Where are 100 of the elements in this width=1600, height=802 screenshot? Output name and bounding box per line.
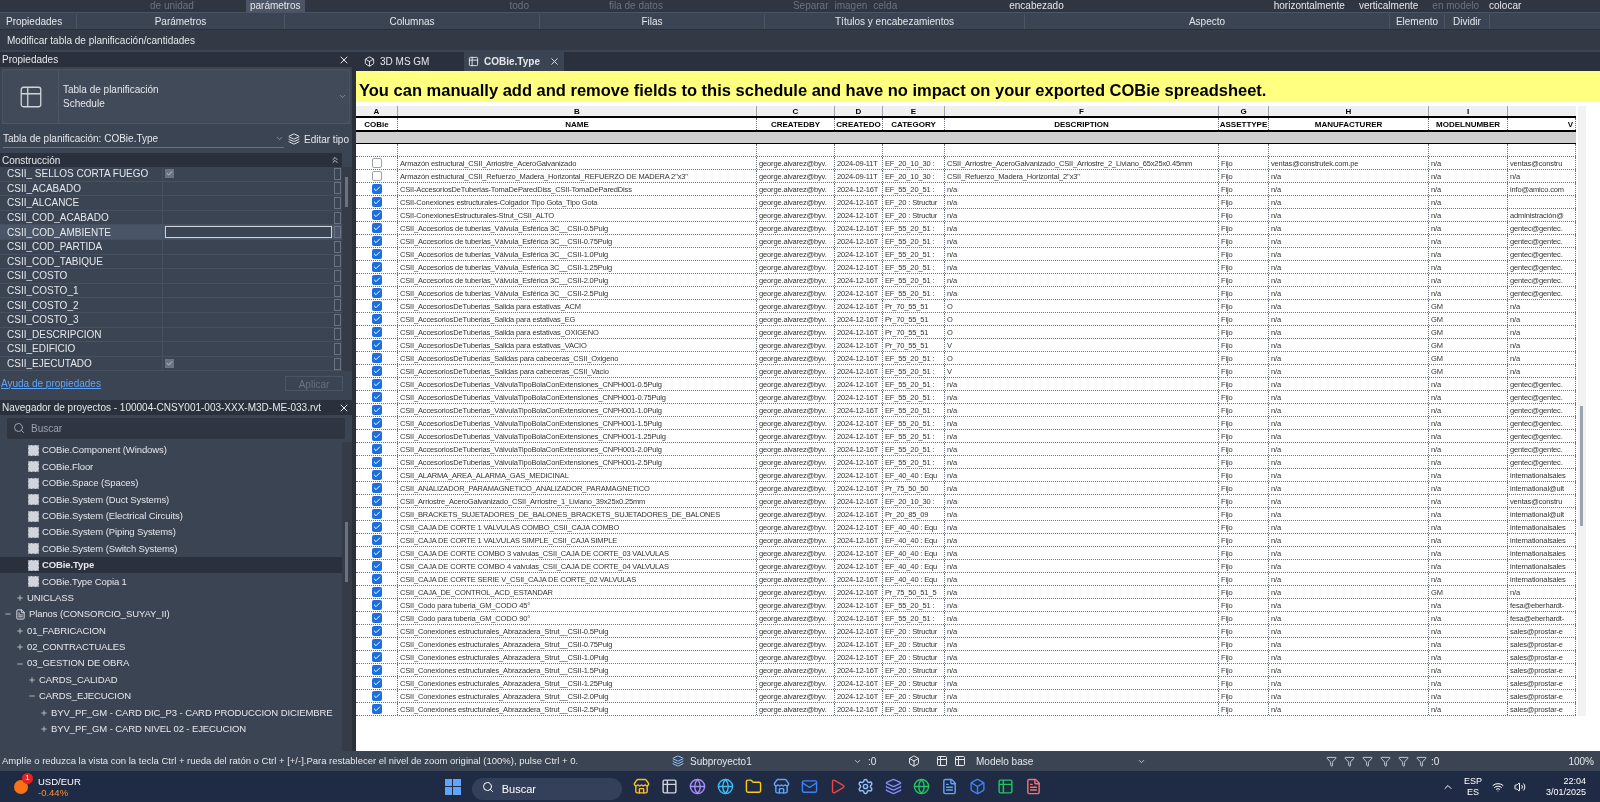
tree-item[interactable]: COBie.Type — [0, 557, 342, 574]
row-checkbox[interactable] — [371, 665, 382, 675]
row-checkbox[interactable] — [371, 223, 382, 233]
mail-icon[interactable] — [800, 778, 818, 795]
property-row[interactable]: CSII_COSTO_1 — [0, 283, 342, 299]
store-icon[interactable] — [772, 778, 790, 795]
row-checkbox[interactable] — [371, 678, 382, 688]
selection-filter-icon[interactable] — [1380, 755, 1391, 767]
property-row[interactable]: CSII_COSTO_3 — [0, 312, 342, 328]
tree-item[interactable]: COBie.Space (Spaces) — [0, 475, 342, 492]
tree-item[interactable]: 01_FABRICACION — [0, 622, 342, 639]
property-checkbox[interactable] — [165, 359, 174, 368]
row-checkbox[interactable] — [371, 509, 382, 519]
scrollbar[interactable] — [342, 167, 352, 372]
column-letter[interactable]: D — [835, 106, 883, 116]
app-icon[interactable] — [968, 778, 986, 795]
expand-icon[interactable] — [28, 675, 36, 684]
ribbon-panel-label[interactable]: Dividir — [1445, 13, 1490, 29]
property-row[interactable]: CSII_ SELLOS CORTA FUEGO — [0, 167, 342, 182]
property-value-field[interactable] — [165, 226, 332, 239]
tree-item[interactable]: COBie.System (Piping Systems) — [0, 524, 342, 541]
view-tab[interactable]: 3D MS GM — [380, 54, 456, 69]
column-letter[interactable]: G — [1219, 106, 1269, 116]
row-checkbox[interactable] — [371, 184, 382, 194]
tree-item[interactable]: COBie.System (Electrical Circuits) — [0, 507, 342, 525]
windows-start-icon[interactable] — [444, 778, 461, 795]
caret-icon[interactable] — [274, 134, 284, 143]
type-selector[interactable]: Tabla de planificación Schedule — [2, 69, 350, 124]
row-checkbox[interactable] — [371, 327, 382, 337]
workset-icon[interactable] — [672, 755, 684, 767]
tree-item[interactable]: COBie.System (Duct Systems) — [0, 491, 342, 508]
row-checkbox[interactable] — [371, 171, 382, 181]
workset-dropdown[interactable]: Subproyecto1 — [690, 753, 847, 769]
property-row[interactable]: CSII_COD_TABIQUE — [0, 254, 342, 270]
scrollbar[interactable] — [342, 442, 352, 751]
table-icon[interactable] — [954, 755, 966, 767]
ribbon-panel-label[interactable]: Aspecto — [1025, 13, 1390, 29]
row-checkbox[interactable] — [371, 405, 382, 415]
row-checkbox[interactable] — [371, 587, 382, 597]
table-icon[interactable] — [936, 755, 948, 767]
expand-icon[interactable] — [16, 594, 24, 602]
group-header[interactable]: Construcción — [2, 152, 61, 168]
property-row[interactable]: CSII_ACABADO — [0, 181, 342, 197]
property-row[interactable]: CSII_COD_PARTIDA — [0, 239, 342, 255]
expand-icon[interactable] — [40, 725, 48, 734]
row-checkbox[interactable] — [371, 639, 382, 649]
tree-item[interactable]: COBie.Floor — [0, 458, 342, 476]
row-checkbox[interactable] — [371, 457, 382, 467]
column-letter[interactable]: F — [945, 106, 1219, 116]
tree-item[interactable]: CARDS_EJECUCION — [0, 688, 342, 705]
row-checkbox[interactable] — [371, 314, 382, 324]
row-checkbox[interactable] — [371, 275, 382, 285]
selection-filter-icon[interactable] — [1416, 755, 1427, 767]
tree-item[interactable]: COBie.Component (Windows) — [0, 442, 342, 459]
row-checkbox[interactable] — [371, 366, 382, 376]
collapse-icon[interactable] — [330, 155, 340, 165]
design-option-dropdown[interactable]: Modelo base — [976, 753, 1133, 769]
tree-item[interactable]: COBie.Type Copia 1 — [0, 573, 342, 590]
tree-item[interactable]: 02_CONTRACTUALES — [0, 639, 342, 656]
row-checkbox[interactable] — [371, 158, 382, 168]
property-row[interactable]: CSII_EJECUTADO — [0, 356, 342, 372]
row-checkbox[interactable] — [371, 496, 382, 506]
row-checkbox[interactable] — [371, 600, 382, 610]
clock-date[interactable]: 3/01/2025 — [1545, 786, 1586, 798]
row-checkbox[interactable] — [371, 522, 382, 532]
gear-icon[interactable] — [856, 778, 874, 795]
scrollbar[interactable] — [1578, 106, 1586, 716]
globe-icon[interactable] — [688, 778, 706, 795]
row-checkbox[interactable] — [371, 470, 382, 480]
tree-item[interactable]: BYV_PF_GM - CARD NIVEL 02 - EJECUCION — [0, 720, 342, 738]
row-checkbox[interactable] — [371, 431, 382, 441]
taskbar-search-field[interactable]: Buscar — [471, 777, 622, 800]
ribbon-panel-label[interactable]: Columnas — [285, 13, 540, 29]
edit-type-icon[interactable] — [287, 133, 300, 145]
ribbon-panel-label[interactable]: Filas — [540, 13, 765, 29]
selection-filter-icon[interactable] — [1326, 755, 1337, 767]
column-letter[interactable]: I — [1429, 106, 1508, 116]
property-row[interactable]: CSII_COSTO — [0, 269, 342, 284]
row-checkbox[interactable] — [371, 418, 382, 428]
language-label[interactable]: ESP — [1463, 775, 1482, 787]
row-checkbox[interactable] — [371, 262, 382, 272]
row-checkbox[interactable] — [371, 197, 382, 207]
row-checkbox[interactable] — [371, 392, 382, 402]
expand-icon[interactable] — [16, 643, 24, 652]
tree-item[interactable]: UNICLASS — [0, 589, 342, 607]
edit-type-button[interactable]: Editar tipo — [303, 131, 349, 147]
close-icon[interactable] — [549, 56, 560, 67]
row-checkbox[interactable] — [371, 210, 382, 220]
row-checkbox[interactable] — [371, 353, 382, 363]
row-checkbox[interactable] — [371, 548, 382, 558]
browser-icon[interactable] — [716, 778, 734, 795]
selection-filter-icon[interactable] — [1344, 755, 1355, 767]
property-row[interactable]: CSII_DESCRIPCION — [0, 327, 342, 343]
properties-help-link[interactable]: Ayuda de propiedades — [1, 375, 101, 391]
column-letter[interactable]: C — [757, 106, 835, 116]
property-row[interactable]: CSII_COD_AMBIENTE — [0, 225, 342, 240]
stock-widget-icon[interactable] — [14, 779, 28, 794]
selection-filter-icon[interactable] — [1362, 755, 1373, 767]
tree-item[interactable]: BYV_PF_GM - CARD DIC_P3 - CARD PRODUCCION DICIEMBRE — [0, 704, 342, 721]
expand-icon[interactable] — [40, 708, 48, 717]
